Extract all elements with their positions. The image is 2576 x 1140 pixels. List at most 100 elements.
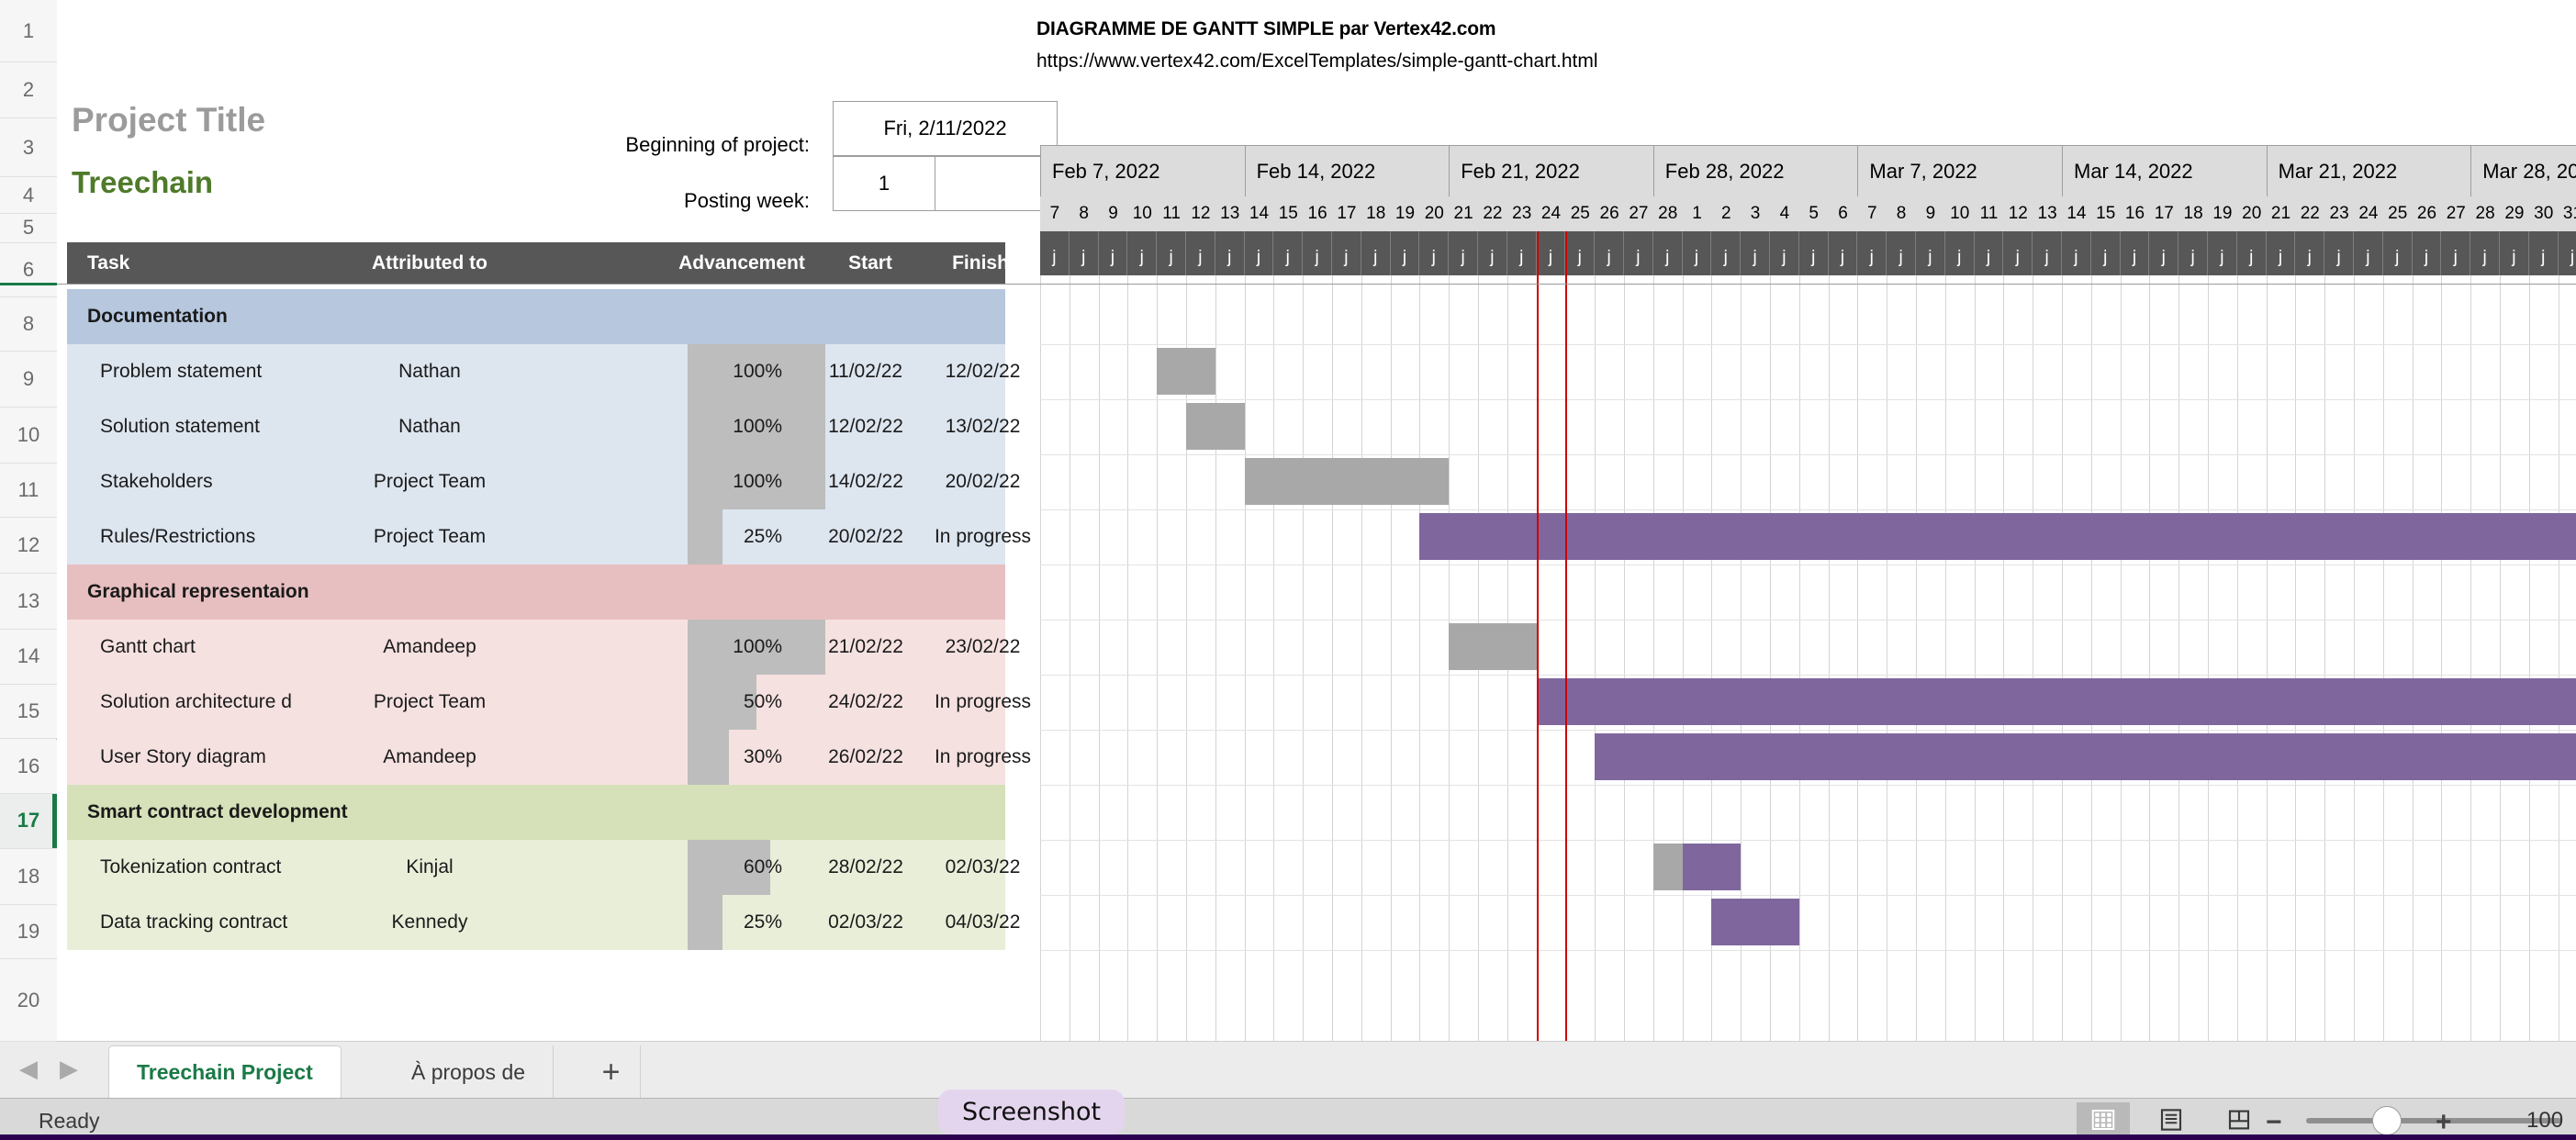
- page-break-icon[interactable]: [2212, 1102, 2266, 1137]
- timeline-row-separator: [1040, 785, 2576, 786]
- zoom-slider-track[interactable]: [2306, 1118, 2561, 1123]
- timeline-day-number: 13: [1215, 196, 1245, 231]
- freeze-pane-line: [57, 284, 2576, 285]
- page-layout-icon[interactable]: [2145, 1102, 2198, 1137]
- task-name-cell: Gantt chart: [100, 620, 196, 675]
- timeline-row-separator: [1040, 564, 2576, 565]
- start-date-cell: 12/02/22: [811, 399, 921, 454]
- gantt-bar[interactable]: [1157, 348, 1215, 395]
- table-row[interactable]: Solution statementNathan100%12/02/2213/0…: [67, 399, 1005, 454]
- zoom-in-button[interactable]: +: [2436, 1107, 2452, 1138]
- gantt-bar[interactable]: [1186, 403, 1245, 450]
- timeline-gridline: [1595, 275, 1596, 1041]
- row-header-17[interactable]: 17: [0, 794, 57, 850]
- gantt-timeline[interactable]: Feb 7, 20227j8j9j10j11j12j13jFeb 14, 202…: [1040, 145, 2576, 1041]
- zoom-slider-knob[interactable]: [2372, 1106, 2402, 1135]
- task-name-cell: Data tracking contract: [100, 895, 287, 950]
- advancement-cell: 25%: [655, 509, 797, 564]
- spreadsheet-canvas[interactable]: DIAGRAMME DE GANTT SIMPLE par Vertex42.c…: [57, 0, 2576, 1041]
- row-header-5[interactable]: 5: [0, 214, 57, 243]
- row-header-1[interactable]: 1: [0, 0, 57, 62]
- row-header-12[interactable]: 12: [0, 518, 57, 574]
- task-name-cell: User Story diagram: [100, 730, 266, 785]
- timeline-day-number: 17: [2149, 196, 2178, 231]
- gantt-bar[interactable]: [1449, 623, 1536, 670]
- row-header-9[interactable]: 9: [0, 352, 57, 408]
- timeline-gridline: [2003, 275, 2004, 1041]
- sheet-tab-1[interactable]: Treechain Project: [108, 1045, 342, 1099]
- row-header-11[interactable]: 11: [0, 464, 57, 518]
- timeline-week-header: Mar 21, 2022: [2267, 145, 2471, 196]
- advancement-cell: 100%: [655, 399, 797, 454]
- timeline-weekday-letter: j: [1099, 231, 1128, 275]
- normal-view-icon[interactable]: [2077, 1102, 2130, 1137]
- timeline-gridline: [1127, 275, 1128, 1041]
- row-header-15[interactable]: 15: [0, 685, 57, 739]
- timeline-day-number: 14: [1245, 196, 1274, 231]
- start-date-cell: 02/03/22: [811, 895, 921, 950]
- timeline-day-number: 18: [1361, 196, 1391, 231]
- table-row[interactable]: Rules/RestrictionsProject Team25%20/02/2…: [67, 509, 1005, 564]
- section-header-row[interactable]: Smart contract development: [67, 785, 1005, 840]
- table-row[interactable]: Tokenization contractKinjal60%28/02/2202…: [67, 840, 1005, 895]
- timeline-gridline: [2208, 275, 2209, 1041]
- timeline-gridline: [2441, 275, 2442, 1041]
- table-row[interactable]: Data tracking contractKennedy25%02/03/22…: [67, 895, 1005, 950]
- table-row[interactable]: Gantt chartAmandeep100%21/02/2223/02/22: [67, 620, 1005, 675]
- row-header-16[interactable]: 16: [0, 740, 57, 794]
- beginning-of-project-input[interactable]: Fri, 2/11/2022: [833, 101, 1058, 156]
- row-header-14[interactable]: 14: [0, 630, 57, 686]
- gantt-bar[interactable]: [1711, 899, 1798, 945]
- column-header-task: Task: [87, 242, 129, 284]
- gantt-bar-remaining[interactable]: [1683, 844, 1742, 890]
- table-row[interactable]: User Story diagramAmandeep30%26/02/22In …: [67, 730, 1005, 785]
- row-header-10[interactable]: 10: [0, 408, 57, 464]
- start-date-cell: 14/02/22: [811, 454, 921, 509]
- gantt-bar-complete[interactable]: [1653, 844, 1683, 890]
- timeline-gridline: [1945, 275, 1946, 1041]
- row-header-6[interactable]: 6: [0, 243, 57, 297]
- task-table-header: Task Attributed to Advancement Start Fin…: [67, 242, 1005, 284]
- add-sheet-button[interactable]: +: [582, 1045, 641, 1099]
- timeline-weekday-letter: j: [1741, 231, 1770, 275]
- sheet-tab-bar[interactable]: ◀ ▶ Treechain Project À propos de +: [0, 1041, 2576, 1098]
- timeline-gridline: [2237, 275, 2238, 1041]
- table-row[interactable]: Problem statementNathan100%11/02/2212/02…: [67, 344, 1005, 399]
- gantt-bar[interactable]: [1537, 678, 2576, 725]
- table-row[interactable]: StakeholdersProject Team100%14/02/2220/0…: [67, 454, 1005, 509]
- timeline-row-separator: [1040, 730, 2576, 731]
- timeline-day-number: 7: [1857, 196, 1887, 231]
- table-row[interactable]: Solution architecture dProject Team50%24…: [67, 675, 1005, 730]
- section-header-row[interactable]: Documentation: [67, 289, 1005, 344]
- row-header-13[interactable]: 13: [0, 574, 57, 630]
- section-header-row[interactable]: Graphical representaion: [67, 564, 1005, 620]
- task-name-cell: Solution statement: [100, 399, 260, 454]
- timeline-gridline: [1799, 275, 1800, 1041]
- timeline-weekday-letter: j: [1303, 231, 1332, 275]
- row-header-8[interactable]: 8: [0, 297, 57, 352]
- row-header-gutter[interactable]: 123456891011121314151617181920: [0, 0, 57, 1041]
- timeline-row-separator: [1040, 675, 2576, 676]
- sheet-tab-2[interactable]: À propos de: [384, 1045, 554, 1099]
- prev-sheet-arrow[interactable]: ◀: [17, 1058, 40, 1082]
- row-header-19[interactable]: 19: [0, 905, 57, 959]
- next-sheet-arrow[interactable]: ▶: [57, 1058, 81, 1082]
- zoom-out-button[interactable]: −: [2266, 1107, 2282, 1138]
- gantt-bar[interactable]: [1419, 513, 2576, 560]
- timeline-week-header: Mar 28, 2022: [2470, 145, 2576, 196]
- posting-week-input[interactable]: 1: [833, 156, 935, 211]
- timeline-day-number: 22: [1478, 196, 1507, 231]
- attributed-to-cell: Amandeep: [347, 620, 512, 675]
- timeline-day-number: 10: [1127, 196, 1157, 231]
- row-header-20[interactable]: 20: [0, 959, 57, 1042]
- timeline-weekday-letter: j: [2003, 231, 2033, 275]
- timeline-week-header: Mar 14, 2022: [2062, 145, 2267, 196]
- gantt-bar[interactable]: [1595, 733, 2576, 780]
- gantt-bar[interactable]: [1245, 458, 1450, 505]
- timeline-day-number: 12: [2003, 196, 2033, 231]
- taskbar-strip: [0, 1134, 2576, 1140]
- row-header-18[interactable]: 18: [0, 849, 57, 905]
- row-header-2[interactable]: 2: [0, 62, 57, 118]
- row-header-3[interactable]: 3: [0, 118, 57, 177]
- row-header-4[interactable]: 4: [0, 177, 57, 213]
